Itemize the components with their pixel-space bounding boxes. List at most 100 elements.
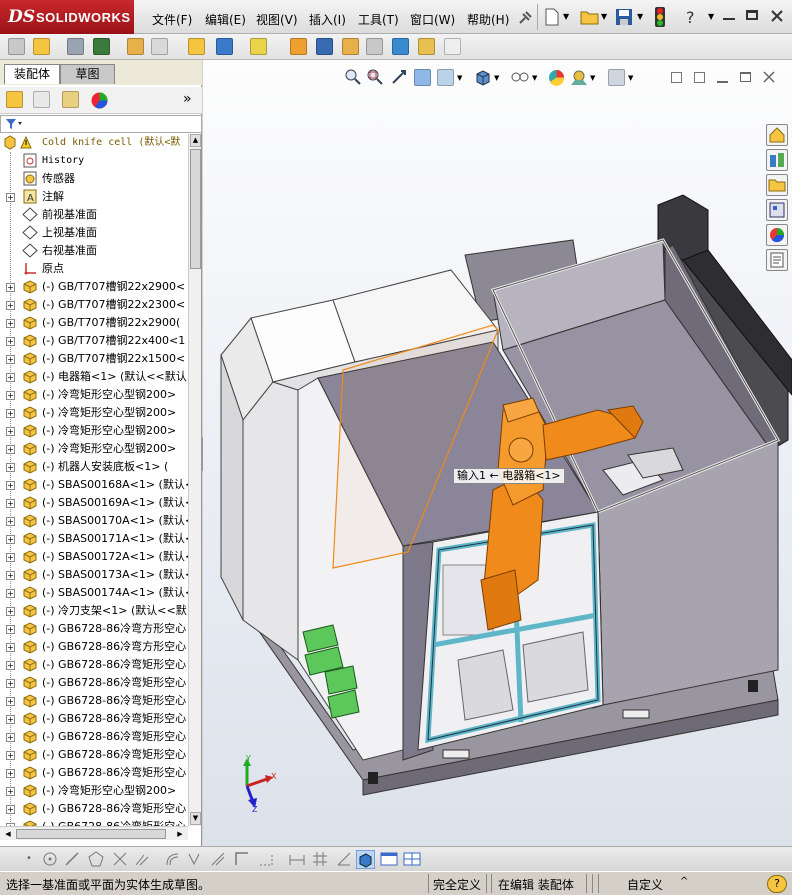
minimize-icon[interactable] [723, 18, 735, 20]
polygon-icon[interactable] [88, 851, 104, 867]
scroll-left-icon[interactable]: ◀ [2, 828, 14, 840]
tree-item[interactable]: + (-) 机器人安装底板<1> ( [0, 458, 188, 476]
chevron-down-icon[interactable]: ▼ [563, 12, 569, 21]
tree-item[interactable]: + (-) GB6728-86冷弯矩形空心 [0, 800, 188, 818]
appearances-tab[interactable] [766, 224, 788, 246]
rebuild-traffic-light-icon[interactable] [654, 7, 666, 27]
clearance-icon[interactable] [418, 38, 435, 55]
smart-dimension-icon[interactable] [288, 851, 306, 867]
assembly-features-icon[interactable] [216, 38, 233, 55]
tree-item[interactable]: + (-) 冷弯矩形空心型钢200> [0, 782, 188, 800]
tree-item[interactable]: + (-) SBAS00173A<1> (默认< [0, 566, 188, 584]
tree-item[interactable]: History [0, 152, 188, 170]
tree-item[interactable]: + (-) GB6728-86冷弯矩形空心 [0, 728, 188, 746]
expand-panel-icon[interactable]: » [183, 91, 192, 107]
tree-item[interactable]: + (-) GB/T707槽钢22x2900( [0, 314, 188, 332]
menu-edit[interactable]: 编辑(E) [205, 11, 246, 28]
chevron-down-icon[interactable]: ▼ [708, 12, 714, 21]
expand-toggle-icon[interactable]: + [6, 319, 15, 328]
scroll-right-icon[interactable]: ▶ [174, 828, 186, 840]
assembly-icon[interactable] [8, 38, 25, 55]
tree-item[interactable]: + (-) GB6728-86冷弯矩形空心 [0, 710, 188, 728]
convert-entities-icon[interactable] [210, 851, 226, 867]
menu-view[interactable]: 视图(V) [256, 11, 298, 28]
design-library-tab[interactable] [766, 149, 788, 171]
tab-sketch[interactable]: 草图 [60, 64, 115, 84]
expand-toggle-icon[interactable]: + [6, 751, 15, 760]
line-icon[interactable] [64, 851, 80, 867]
tree-item[interactable]: + (-) GB6728-86冷弯方形空心 [0, 638, 188, 656]
tree-item[interactable]: + (-) GB6728-86冷弯矩形空心 [0, 674, 188, 692]
tree-item[interactable]: + (-) SBAS00170A<1> (默认< [0, 512, 188, 530]
pin-icon[interactable] [517, 10, 533, 26]
hscroll-thumb[interactable] [16, 829, 166, 839]
file-explorer-tab[interactable] [766, 174, 788, 196]
expand-toggle-icon[interactable]: + [6, 193, 15, 202]
insert-component-icon[interactable] [33, 38, 50, 55]
solidworks-resources-tab[interactable] [766, 124, 788, 146]
expand-toggle-icon[interactable]: + [6, 391, 15, 400]
expand-toggle-icon[interactable]: + [6, 283, 15, 292]
tree-item[interactable]: + (-) SBAS00169A<1> (默认< [0, 494, 188, 512]
new-motion-study-icon[interactable] [290, 38, 307, 55]
expand-toggle-icon[interactable]: + [6, 679, 15, 688]
mate-icon[interactable] [67, 38, 84, 55]
quick-tips-help-icon[interactable]: ? [767, 875, 787, 893]
tree-item[interactable]: 右视基准面 [0, 242, 188, 260]
tree-item[interactable]: + (-) SBAS00174A<1> (默认< [0, 584, 188, 602]
expand-toggle-icon[interactable]: + [6, 517, 15, 526]
tree-item[interactable]: + (-) GB6728-86冷弯方形空心 [0, 620, 188, 638]
extend-icon[interactable] [134, 851, 150, 867]
tab-assembly[interactable]: 装配体 [4, 64, 60, 84]
expand-toggle-icon[interactable]: + [6, 571, 15, 580]
single-view-icon[interactable] [380, 851, 398, 867]
reference-geometry-icon[interactable] [250, 38, 267, 55]
tree-item[interactable]: 传感器 [0, 170, 188, 188]
expand-toggle-icon[interactable]: + [6, 463, 15, 472]
expand-toggle-icon[interactable]: + [6, 409, 15, 418]
tree-item[interactable]: + (-) GB/T707槽钢22x400<1 [0, 332, 188, 350]
tree-item[interactable]: + (-) SBAS00171A<1> (默认< [0, 530, 188, 548]
expand-toggle-icon[interactable]: + [6, 445, 15, 454]
display-manager-icon[interactable] [90, 91, 109, 110]
chevron-down-icon[interactable]: ▼ [637, 12, 643, 21]
tree-item[interactable]: + (-) GB6728-86冷弯矩形空心 [0, 692, 188, 710]
expand-toggle-icon[interactable]: + [6, 355, 15, 364]
expand-toggle-icon[interactable]: + [6, 787, 15, 796]
smart-fasteners-icon[interactable] [127, 38, 144, 55]
tree-item[interactable]: + (-) GB6728-86冷弯矩形空心 [0, 746, 188, 764]
status-units-custom[interactable]: 自定义 [627, 876, 663, 893]
expand-toggle-icon[interactable]: + [6, 337, 15, 346]
custom-properties-tab[interactable] [766, 249, 788, 271]
angle-icon[interactable] [336, 851, 352, 867]
configuration-manager-icon[interactable] [62, 91, 79, 108]
grid-icon[interactable] [312, 851, 328, 867]
tree-item[interactable]: + (-) SBAS00172A<1> (默认< [0, 548, 188, 566]
expand-toggle-icon[interactable]: + [6, 481, 15, 490]
expand-toggle-icon[interactable]: + [6, 607, 15, 616]
linear-pattern-icon[interactable] [93, 38, 110, 55]
tree-filter[interactable] [0, 115, 202, 133]
expand-toggle-icon[interactable]: + [6, 301, 15, 310]
expand-toggle-icon[interactable]: + [6, 733, 15, 742]
save-icon[interactable] [615, 8, 633, 26]
mirror-icon[interactable] [186, 851, 202, 867]
menu-tools[interactable]: 工具(T) [358, 11, 399, 28]
expand-toggle-icon[interactable]: + [6, 589, 15, 598]
tree-item[interactable]: + (-) 冷弯矩形空心型钢200> [0, 386, 188, 404]
offset-icon[interactable] [164, 851, 180, 867]
expand-toggle-icon[interactable]: + [6, 697, 15, 706]
3d-sketch-icon[interactable] [356, 850, 375, 869]
menu-file[interactable]: 文件(F) [152, 11, 192, 28]
tree-item[interactable]: + (-) 冷弯矩形空心型钢200> [0, 404, 188, 422]
tree-item[interactable]: + (-) GB6728-86冷弯矩形空心 [0, 656, 188, 674]
move-component-icon[interactable] [151, 38, 168, 55]
interference-icon[interactable] [392, 38, 409, 55]
feature-manager-icon[interactable] [6, 91, 23, 108]
assembly-model[interactable] [203, 60, 792, 846]
tree-item[interactable]: Cold knife cell (默认<默 [0, 134, 188, 152]
tree-item[interactable]: 前视基准面 [0, 206, 188, 224]
tree-horizontal-scrollbar[interactable]: ◀ ▶ [0, 826, 188, 840]
tree-item[interactable]: + (-) 冷弯矩形空心型钢200> [0, 440, 188, 458]
menu-window[interactable]: 窗口(W) [410, 11, 455, 28]
